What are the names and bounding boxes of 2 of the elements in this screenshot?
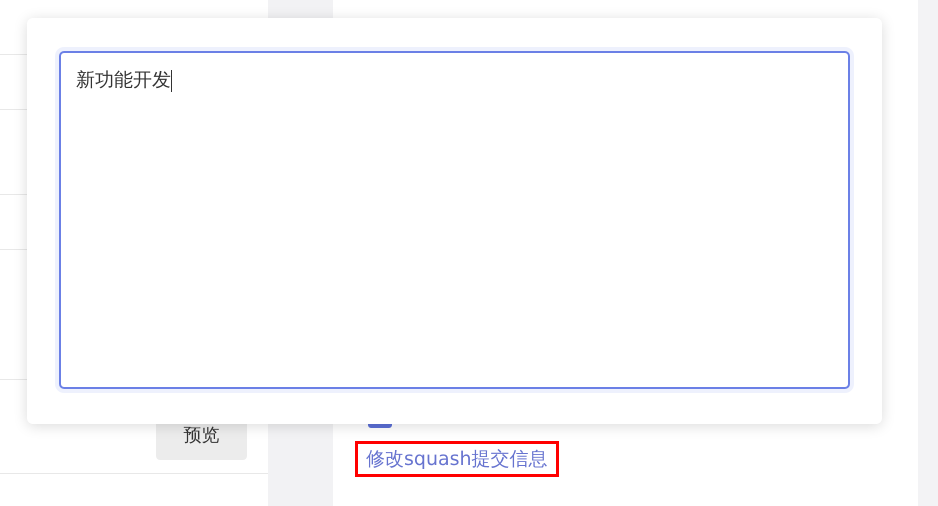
text-caret (171, 70, 172, 92)
edit-squash-message-link[interactable]: 修改squash提交信息 (355, 441, 559, 477)
